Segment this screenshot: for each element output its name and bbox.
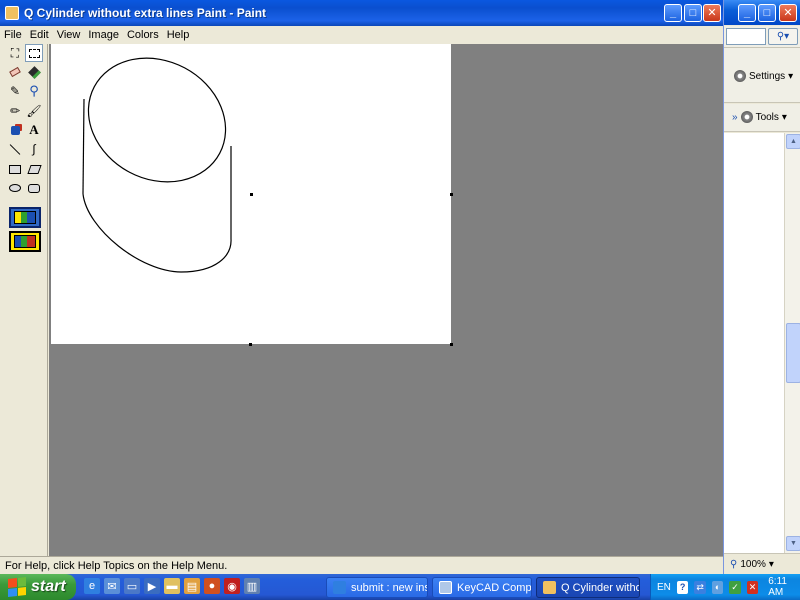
- rounded-rect-icon[interactable]: [25, 179, 43, 197]
- explorer-icon[interactable]: ▤: [184, 578, 200, 594]
- menu-colors[interactable]: Colors: [123, 29, 163, 41]
- text-icon[interactable]: A: [25, 121, 43, 139]
- document-icon[interactable]: ▥: [244, 578, 260, 594]
- browser-tools-button[interactable]: » Tools ▾: [732, 111, 787, 123]
- tool-option-selected[interactable]: [9, 207, 41, 228]
- menu-file[interactable]: File: [0, 29, 26, 41]
- menu-help[interactable]: Help: [163, 29, 194, 41]
- browser-tools-label: Tools: [755, 111, 779, 123]
- minimize-button[interactable]: _: [664, 4, 682, 22]
- volume-icon[interactable]: ◐: [711, 580, 724, 594]
- menu-bar: File Edit View Image Colors Help: [0, 26, 723, 44]
- browser-search-bar: ⚲▾: [724, 26, 800, 48]
- chevron-right-icon: »: [732, 111, 738, 123]
- taskbar: start e ✉ ▭ ▶ ▬ ▤ ● ◉ ▥ submit : new ins…: [0, 574, 800, 600]
- close-button[interactable]: ✕: [703, 4, 721, 22]
- eraser-icon[interactable]: [6, 63, 24, 81]
- browser-scrollbar[interactable]: ▲ ▼: [784, 133, 800, 553]
- task-paint[interactable]: Q Cylinder witho...: [536, 577, 640, 598]
- task-label: submit : new ins...: [351, 581, 427, 594]
- browser-titlebar[interactable]: _ □ ✕: [724, 0, 800, 25]
- rectangle-icon[interactable]: [6, 160, 24, 178]
- folder-icon[interactable]: ▬: [164, 578, 180, 594]
- canvas-resize-handle-corner[interactable]: [450, 343, 453, 346]
- scroll-thumb[interactable]: [786, 323, 800, 383]
- maximize-button[interactable]: □: [684, 4, 702, 22]
- gear-icon: [734, 70, 746, 82]
- paint-icon: [543, 581, 556, 594]
- security-icon[interactable]: ✓: [729, 580, 741, 594]
- polygon-icon[interactable]: [25, 160, 43, 178]
- drawing-workspace: [49, 44, 723, 556]
- rect-select-icon[interactable]: [25, 44, 43, 62]
- toolbox: ⛶ ✎ ⚲ ✏ 🖌︎ A ∫: [0, 44, 48, 556]
- background-browser-window[interactable]: _ □ ✕ ⚲▾ Settings ▾ » Tools ▾ ▲ ▼ ⚲ 100%…: [723, 0, 800, 574]
- chevron-down-icon: ▾: [788, 70, 794, 82]
- browser-search-input[interactable]: [726, 28, 766, 45]
- scroll-down-icon[interactable]: ▼: [786, 536, 800, 551]
- keycad-icon: [439, 581, 452, 594]
- browser-minimize-button[interactable]: _: [738, 4, 756, 22]
- zoom-icon: ⚲: [730, 558, 738, 570]
- scroll-up-icon[interactable]: ▲: [786, 134, 800, 149]
- alert-icon[interactable]: ✕: [746, 580, 759, 594]
- menu-view[interactable]: View: [53, 29, 85, 41]
- start-label: start: [31, 578, 66, 595]
- outlook-icon[interactable]: ✉: [104, 578, 120, 594]
- magnifier-icon[interactable]: ⚲: [25, 82, 43, 100]
- start-button[interactable]: start: [0, 574, 76, 600]
- canvas-resize-handle-right[interactable]: [450, 193, 453, 196]
- help-icon[interactable]: ?: [676, 580, 689, 594]
- fill-icon[interactable]: [25, 63, 43, 81]
- paint-window: Q Cylinder without extra lines Paint - P…: [0, 0, 723, 574]
- zoom-level[interactable]: 100%: [740, 559, 766, 570]
- clock[interactable]: 6:11 AM: [768, 576, 800, 598]
- internet-explorer-icon[interactable]: e: [84, 578, 100, 594]
- menu-edit[interactable]: Edit: [26, 29, 53, 41]
- curve-icon[interactable]: ∫: [25, 140, 43, 158]
- language-indicator[interactable]: EN: [657, 582, 671, 593]
- chevron-down-icon: ▾: [781, 111, 787, 123]
- browser-settings-button[interactable]: Settings ▾: [734, 68, 793, 84]
- browser-settings-label: Settings: [749, 70, 786, 82]
- line-icon[interactable]: [6, 140, 24, 158]
- canvas-resize-handle-right-mid[interactable]: [250, 193, 253, 196]
- task-label: Q Cylinder witho...: [561, 581, 639, 594]
- firefox-icon[interactable]: ●: [204, 578, 220, 594]
- system-tray: EN ? ⇄ ◐ ✓ ✕ 6:11 AM: [650, 574, 800, 600]
- paint-app-icon[interactable]: [5, 6, 19, 20]
- internet-explorer-icon: [333, 581, 346, 594]
- brush-icon[interactable]: 🖌︎: [25, 102, 43, 120]
- task-label: KeyCAD Complete: [457, 581, 532, 594]
- network-icon[interactable]: ⇄: [694, 580, 706, 594]
- menu-image[interactable]: Image: [84, 29, 123, 41]
- browser-tools-bar: » Tools ▾: [724, 104, 800, 132]
- desktop-icon[interactable]: ▭: [124, 578, 140, 594]
- tools-gear-icon: [740, 111, 753, 123]
- media-player-icon[interactable]: ▶: [144, 578, 160, 594]
- paint-titlebar[interactable]: Q Cylinder without extra lines Paint - P…: [0, 0, 723, 26]
- status-text: For Help, click Help Topics on the Help …: [5, 559, 228, 572]
- quick-launch: e ✉ ▭ ▶ ▬ ▤ ● ◉ ▥: [84, 578, 260, 596]
- windows-logo-icon: [8, 577, 26, 597]
- window-title: Q Cylinder without extra lines Paint - P…: [24, 6, 267, 20]
- browser-content-area: [724, 133, 784, 553]
- tool-option-transparent[interactable]: [9, 231, 41, 252]
- ellipse-icon[interactable]: [6, 179, 24, 197]
- pencil-icon[interactable]: ✏: [6, 102, 24, 120]
- media-icon[interactable]: ◉: [224, 578, 240, 594]
- browser-settings-bar: Settings ▾: [724, 48, 800, 103]
- browser-close-button[interactable]: ✕: [779, 4, 797, 22]
- chevron-down-icon: ▾: [768, 558, 774, 570]
- free-select-icon[interactable]: ⛶: [6, 44, 24, 62]
- browser-statusbar: ⚲ 100% ▾: [724, 553, 800, 574]
- canvas-resize-handle-bottom-mid[interactable]: [249, 343, 252, 346]
- airbrush-icon[interactable]: [6, 121, 24, 139]
- task-submit[interactable]: submit : new ins...: [326, 577, 428, 598]
- browser-maximize-button[interactable]: □: [758, 4, 776, 22]
- search-icon[interactable]: ⚲▾: [768, 28, 798, 45]
- status-bar: For Help, click Help Topics on the Help …: [0, 556, 723, 574]
- color-picker-icon[interactable]: ✎: [6, 82, 24, 100]
- task-keycad[interactable]: KeyCAD Complete: [432, 577, 532, 598]
